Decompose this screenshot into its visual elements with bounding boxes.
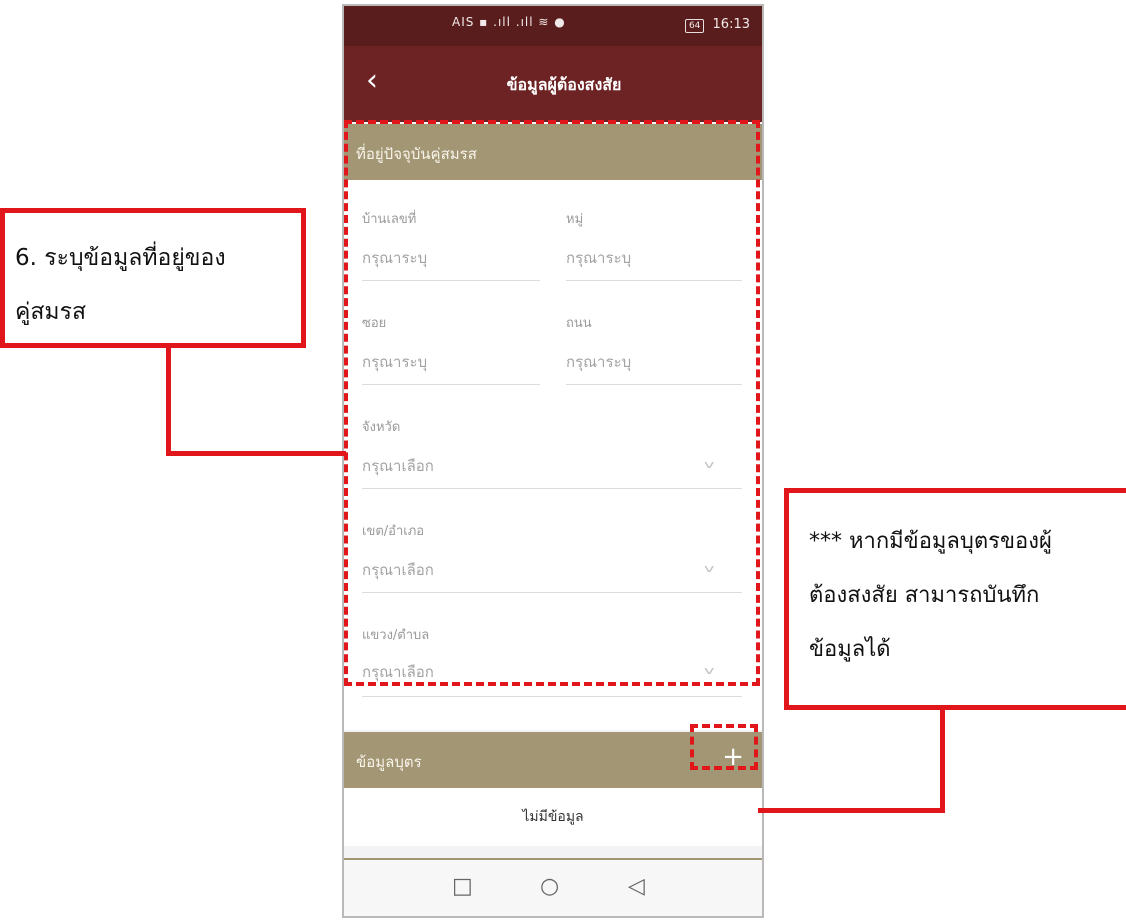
app-bar: ‹ ข้อมูลผู้ต้องสงสัย [344,46,762,122]
back-triangle-icon[interactable]: ◁ [628,874,645,899]
connector-line [166,451,346,456]
home-circle-icon[interactable]: ○ [540,874,559,899]
address-highlight-box [344,120,760,686]
subdistrict-underline [362,696,742,697]
connector-line [166,346,171,456]
note-line1: *** หากมีข้อมูลบุตรของผู้ [809,529,1052,554]
children-note-callout: *** หากมีข้อมูลบุตรของผู้ ต้องสงสัย สามา… [784,488,1126,710]
step6-line1: 6. ระบุข้อมูลที่อยู่ของ [15,245,226,271]
note-line2: ต้องสงสัย สามารถบันทึก [809,583,1040,608]
clock: 16:13 [712,17,750,32]
connector-line [758,808,945,813]
page-title: ข้อมูลผู้ต้องสงสัย [506,75,622,94]
step6-text: 6. ระบุข้อมูลที่อยู่ของ คู่สมรส [15,231,226,339]
step6-callout: 6. ระบุข้อมูลที่อยู่ของ คู่สมรส [0,208,306,348]
note-text: *** หากมีข้อมูลบุตรของผู้ ต้องสงสัย สามา… [809,515,1052,677]
recents-square-icon[interactable]: □ [452,874,473,899]
status-right: 64 16:13 [684,17,750,33]
signal-wifi-icons: AIS ▪ .ıll .ıll ≋ ● [452,15,566,29]
children-empty-state: ไม่มีข้อมูล [344,788,762,846]
connector-line [940,708,945,812]
status-bar: AIS ▪ .ıll .ıll ≋ ● 64 16:13 [344,6,762,46]
section-title: ข้อมูลบุตร [356,753,422,771]
android-nav-bar: □ ○ ◁ [344,860,762,916]
step6-line2: คู่สมรส [15,299,86,325]
battery-icon: 64 [684,19,705,33]
plus-highlight-box [690,724,758,770]
note-line3: ข้อมูลได้ [809,637,891,662]
